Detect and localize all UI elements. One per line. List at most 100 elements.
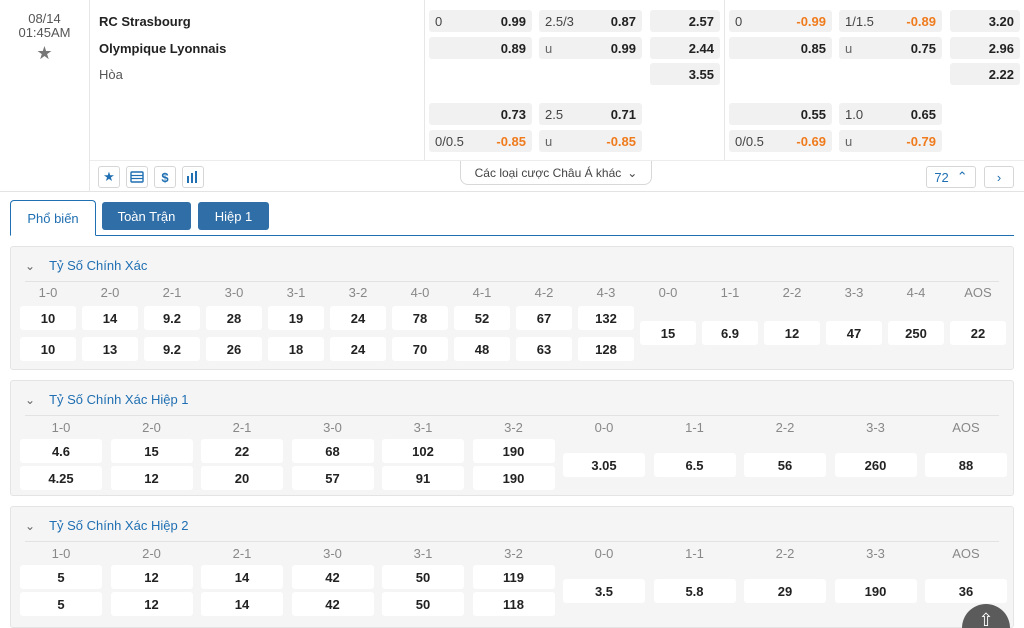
- score-odd-draw[interactable]: 22: [950, 321, 1006, 345]
- score-odd-home[interactable]: 22: [201, 439, 283, 463]
- score-odd-home[interactable]: 24: [330, 306, 386, 330]
- score-odd-away[interactable]: 91: [382, 466, 464, 490]
- score-odd-draw[interactable]: 3.5: [563, 579, 645, 603]
- ft-alt-handicap-away[interactable]: 0/0.5 -0.85: [429, 130, 532, 152]
- ft-alt-handicap-home[interactable]: 0.73: [429, 103, 532, 125]
- ft-over-odd[interactable]: 2.5/3 0.87: [539, 10, 642, 32]
- section-header[interactable]: ⌄ Tỷ Số Chính Xác: [25, 258, 147, 273]
- score-odd-draw[interactable]: 250: [888, 321, 944, 345]
- score-odd-draw[interactable]: 88: [925, 453, 1007, 477]
- score-label: 3-2: [348, 285, 368, 300]
- score-odd-away[interactable]: 50: [382, 592, 464, 616]
- score-odd-away[interactable]: 12: [110, 592, 193, 616]
- score-odd-home[interactable]: 132: [578, 306, 634, 330]
- score-odd-draw[interactable]: 6.9: [702, 321, 758, 345]
- market-count-button[interactable]: 72 ⌃: [926, 166, 976, 188]
- score-odd-home[interactable]: 10: [20, 306, 76, 330]
- ticket-icon[interactable]: [126, 166, 148, 188]
- more-asian-bets-button[interactable]: Các loại cược Châu Á khác ⌄: [460, 161, 652, 185]
- tab-full-match[interactable]: Toàn Trận: [102, 202, 191, 230]
- score-odd-away[interactable]: 70: [392, 337, 448, 361]
- score-odd-home[interactable]: 5: [20, 565, 102, 589]
- bar-chart-icon[interactable]: [182, 166, 204, 188]
- score-odd-away[interactable]: 24: [330, 337, 386, 361]
- correct-score-h1-section: ⌄ Tỷ Số Chính Xác Hiệp 1 1-0 4.6 4.25 2-0 15…: [10, 380, 1014, 496]
- score-odd-away[interactable]: 14: [201, 592, 283, 616]
- score-odd-draw[interactable]: 5.8: [653, 579, 736, 603]
- h1-handicap-away[interactable]: 0.85: [729, 37, 832, 59]
- score-odd-home[interactable]: 67: [516, 306, 572, 330]
- score-odd-away[interactable]: 26: [206, 337, 262, 361]
- score-odd-away[interactable]: 42: [291, 592, 374, 616]
- score-odd-away[interactable]: 5: [20, 592, 102, 616]
- ft-under-odd[interactable]: u 0.99: [539, 37, 642, 59]
- score-odd-away[interactable]: 18: [268, 337, 324, 361]
- ft-alt-over-odd[interactable]: 2.5 0.71: [539, 103, 642, 125]
- section-header[interactable]: ⌄ Tỷ Số Chính Xác Hiệp 1: [25, 392, 189, 407]
- score-odd-away[interactable]: 4.25: [20, 466, 102, 490]
- ft-handicap-away[interactable]: 0.89: [429, 37, 532, 59]
- ft-1x2-away[interactable]: 2.44: [650, 37, 720, 59]
- section-header[interactable]: ⌄ Tỷ Số Chính Xác Hiệp 2: [25, 518, 189, 533]
- score-odd-draw[interactable]: 36: [925, 579, 1007, 603]
- score-odd-home[interactable]: 9.2: [144, 306, 200, 330]
- score-odd-away[interactable]: 48: [454, 337, 510, 361]
- ft-handicap-home[interactable]: 0 0.99: [429, 10, 532, 32]
- score-odd-home[interactable]: 12: [110, 565, 193, 589]
- score-odd-away[interactable]: 63: [516, 337, 572, 361]
- h1-alt-handicap-home[interactable]: 0.55: [729, 103, 832, 125]
- score-odd-draw[interactable]: 56: [744, 453, 826, 477]
- h1-over-odd[interactable]: 1/1.5 -0.89: [839, 10, 942, 32]
- tab-popular[interactable]: Phổ biến: [10, 200, 96, 236]
- score-odd-home[interactable]: 15: [110, 439, 193, 463]
- score-odd-draw[interactable]: 6.5: [653, 453, 736, 477]
- score-odd-draw[interactable]: 190: [834, 579, 917, 603]
- favorite-star-icon[interactable]: ★: [36, 44, 54, 62]
- h1-1x2-away[interactable]: 2.96: [950, 37, 1020, 59]
- ft-alt-under-odd[interactable]: u -0.85: [539, 130, 642, 152]
- score-odd-away[interactable]: 128: [578, 337, 634, 361]
- score-odd-away[interactable]: 13: [82, 337, 138, 361]
- score-odd-home[interactable]: 50: [382, 565, 464, 589]
- ft-1x2-home[interactable]: 2.57: [650, 10, 720, 32]
- tab-first-half[interactable]: Hiệp 1: [198, 202, 269, 230]
- score-odd-home[interactable]: 28: [206, 306, 262, 330]
- h1-alt-under-odd[interactable]: u -0.79: [839, 130, 942, 152]
- h1-1x2-draw[interactable]: 2.22: [950, 63, 1020, 85]
- h1-handicap-home[interactable]: 0 -0.99: [729, 10, 832, 32]
- score-odd-home[interactable]: 19: [268, 306, 324, 330]
- h1-alt-handicap-away[interactable]: 0/0.5 -0.69: [729, 130, 832, 152]
- score-odd-away[interactable]: 20: [201, 466, 283, 490]
- score-odd-draw[interactable]: 47: [826, 321, 882, 345]
- score-odd-home[interactable]: 52: [454, 306, 510, 330]
- score-odd-home[interactable]: 14: [201, 565, 283, 589]
- score-odd-home[interactable]: 14: [82, 306, 138, 330]
- score-odd-home[interactable]: 68: [291, 439, 374, 463]
- h1-alt-over-odd[interactable]: 1.0 0.65: [839, 103, 942, 125]
- score-odd-away[interactable]: 9.2: [144, 337, 200, 361]
- next-arrow-button[interactable]: ›: [984, 166, 1014, 188]
- score-odd-home[interactable]: 190: [472, 439, 555, 463]
- dollar-icon[interactable]: $: [154, 166, 176, 188]
- score-odd-away[interactable]: 190: [472, 466, 555, 490]
- score-odd-home[interactable]: 119: [472, 565, 555, 589]
- score-odd-away[interactable]: 12: [110, 466, 193, 490]
- score-odd-draw[interactable]: 260: [834, 453, 917, 477]
- h1-1x2-home[interactable]: 3.20: [950, 10, 1020, 32]
- ft-1x2-draw[interactable]: 3.55: [650, 63, 720, 85]
- score-odd-away[interactable]: 57: [291, 466, 374, 490]
- score-odd-away[interactable]: 118: [472, 592, 555, 616]
- favorite-star-icon[interactable]: ★: [98, 166, 120, 188]
- score-odd-draw[interactable]: 12: [764, 321, 820, 345]
- score-odd-draw[interactable]: 29: [744, 579, 826, 603]
- score-odd-home[interactable]: 78: [392, 306, 448, 330]
- section-title: Tỷ Số Chính Xác Hiệp 2: [49, 518, 189, 533]
- score-odd-home[interactable]: 4.6: [20, 439, 102, 463]
- score-odd-draw[interactable]: 15: [640, 321, 696, 345]
- h1-under-odd[interactable]: u 0.75: [839, 37, 942, 59]
- score-odd-away[interactable]: 10: [20, 337, 76, 361]
- score-odd-home[interactable]: 42: [291, 565, 374, 589]
- score-odd-home[interactable]: 102: [382, 439, 464, 463]
- score-label: 1-0: [51, 420, 71, 435]
- score-odd-draw[interactable]: 3.05: [563, 453, 645, 477]
